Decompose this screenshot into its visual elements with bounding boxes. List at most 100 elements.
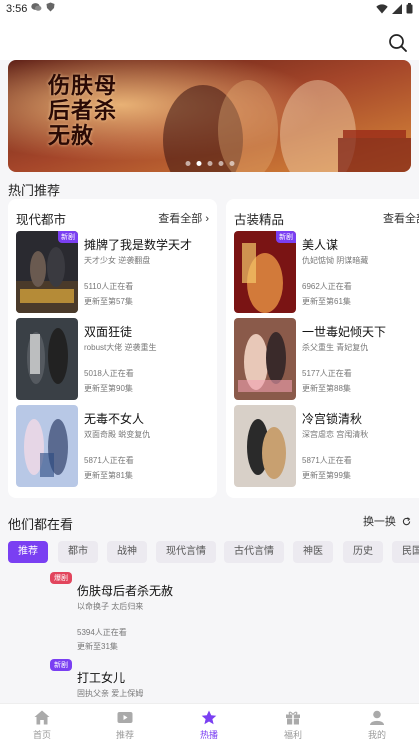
chip-recommend[interactable]: 推荐	[8, 541, 48, 563]
drama-title: 美人谋	[302, 238, 339, 252]
tab-label: 首页	[32, 730, 51, 740]
drama-tags: robust大佬 逆袭重生	[84, 343, 157, 352]
chip-history[interactable]: 历史	[343, 541, 383, 563]
chip-modern-romance[interactable]: 现代言情	[156, 541, 216, 563]
drama-item[interactable]: 新剧 摊牌了我是数学天才 天才少女 逆袭翻盘 5110人正在看 更新至第57集	[16, 231, 206, 313]
drama-item[interactable]: 冷宫锁清秋 深宫虐恋 宫闱清秋 5871人正在看 更新至第99集	[234, 405, 419, 487]
drama-tags: 以命换子 太后归来	[77, 602, 144, 611]
tab-label: 推荐	[115, 730, 134, 740]
watching-count: 5871人正在看	[84, 456, 134, 465]
drama-title: 冷宫锁清秋	[302, 412, 363, 426]
episode-status: 更新至第90集	[84, 384, 133, 393]
hot-section-title: 热门推荐	[8, 183, 61, 198]
pager-dot[interactable]	[207, 161, 212, 166]
episode-status: 更新至第99集	[302, 471, 351, 480]
status-time: 3:56	[6, 3, 28, 15]
view-all-label: 查看全部	[158, 213, 203, 225]
tab-welfare[interactable]: 福利	[263, 710, 323, 741]
shield-icon	[46, 2, 55, 12]
wechat-icon	[31, 3, 42, 11]
watching-section-title: 他们都在看	[8, 517, 74, 532]
status-bar: 3:56	[0, 0, 419, 20]
chevron-right-icon: ›	[205, 213, 209, 225]
tab-mine[interactable]: 我的	[347, 710, 407, 741]
card-header: 古装精品 查看全部	[234, 209, 419, 227]
card-modern: 现代都市 查看全部 › 新剧 摊牌了我是数学天才 天才少女 逆袭翻盘 5110人…	[8, 199, 217, 498]
drama-poster	[234, 318, 296, 400]
drama-title: 双面狂徒	[84, 325, 133, 339]
drama-tags: 仇妃惦恸 阴谋暗藏	[302, 256, 369, 265]
pager-dot[interactable]	[218, 161, 223, 166]
list-item[interactable]: 新剧 打工女儿 固执父亲 爱上保姆	[8, 659, 408, 699]
episode-status: 更新至第88集	[302, 384, 351, 393]
drama-item[interactable]: 双面狂徒 robust大佬 逆袭重生 5018人正在看 更新至第90集	[16, 318, 206, 400]
status-right-icons	[376, 3, 413, 14]
card-ancient: 古装精品 查看全部 新剧 美人谋 仇妃惦恸 阴谋暗藏 6962人正在看 更新至第…	[226, 199, 419, 498]
video-icon	[117, 712, 133, 723]
search-icon[interactable]	[387, 32, 409, 54]
drama-item[interactable]: 一世毒妃倾天下 杀父重生 青妃复仇 5177人正在看 更新至第88集	[234, 318, 419, 400]
chip-ancient-romance[interactable]: 古代言情	[224, 541, 284, 563]
watching-count: 5871人正在看	[302, 456, 352, 465]
user-icon	[370, 710, 384, 725]
drama-poster: 新剧	[16, 231, 78, 313]
watching-count: 6962人正在看	[302, 282, 352, 291]
episode-status: 更新至第57集	[84, 297, 133, 306]
drama-title: 一世毒妃倾天下	[302, 325, 387, 339]
drama-tags: 杀父重生 青妃复仇	[302, 343, 369, 352]
gift-icon	[286, 711, 300, 725]
hero-banner[interactable]: 伤肤母后者杀无赦	[8, 60, 411, 172]
view-all-link[interactable]: 查看全部	[383, 210, 419, 226]
home-icon	[34, 710, 50, 725]
chip-doctor[interactable]: 神医	[293, 541, 333, 563]
battery-icon	[406, 3, 413, 14]
chip-republic[interactable]: 民国	[392, 541, 419, 563]
tab-label: 我的	[367, 730, 386, 740]
wifi-icon	[376, 3, 388, 13]
signal-icon	[392, 3, 402, 14]
drama-poster	[16, 405, 78, 487]
drama-item[interactable]: 无毒不女人 双面奇殿 蜕变复仇 5871人正在看 更新至第81集	[16, 405, 206, 487]
view-all-link[interactable]: 查看全部 ›	[158, 210, 209, 226]
tab-label: 福利	[283, 730, 302, 740]
chip-war-god[interactable]: 战神	[107, 541, 147, 563]
drama-poster	[16, 318, 78, 400]
banner-title: 伤肤母后者杀无赦	[48, 73, 118, 149]
card-title: 古装精品	[234, 213, 285, 227]
pager-dot-active[interactable]	[196, 161, 201, 166]
pager-dot[interactable]	[185, 161, 190, 166]
card-header: 现代都市 查看全部 ›	[16, 209, 209, 227]
tab-home[interactable]: 首页	[12, 710, 72, 741]
watching-count: 5177人正在看	[302, 369, 352, 378]
drama-title: 无毒不女人	[84, 412, 145, 426]
category-chips: 推荐 都市 战神 现代言情 古代言情 神医 历史 民国	[8, 541, 419, 563]
drama-poster	[234, 405, 296, 487]
drama-title: 摊牌了我是数学天才	[84, 238, 193, 252]
episode-status: 更新至31集	[77, 642, 118, 651]
star-icon	[201, 710, 217, 725]
card-title: 现代都市	[16, 213, 67, 227]
drama-tags: 深宫虐恋 宫闱清秋	[302, 430, 369, 439]
drama-tags: 固执父亲 爱上保姆	[77, 689, 144, 698]
refresh-button[interactable]: 换一换	[363, 513, 411, 529]
episode-status: 更新至第81集	[84, 471, 133, 480]
tab-trending[interactable]: 热播	[179, 710, 239, 741]
drama-poster: 新剧	[234, 231, 296, 313]
drama-tags: 天才少女 逆袭翻盘	[84, 256, 151, 265]
drama-title: 打工女儿	[77, 671, 126, 685]
watching-count: 5394人正在看	[77, 628, 127, 637]
refresh-label: 换一换	[362, 516, 396, 528]
tab-recommend[interactable]: 推荐	[95, 710, 155, 741]
top-bar	[0, 20, 419, 60]
tab-label: 热播	[199, 730, 218, 740]
new-badge: 新剧	[276, 231, 296, 243]
drama-tags: 双面奇殿 蜕变复仇	[84, 430, 151, 439]
new-badge: 新剧	[50, 659, 72, 671]
pager-dot[interactable]	[229, 161, 234, 166]
watching-count: 5018人正在看	[84, 369, 134, 378]
drama-item[interactable]: 新剧 美人谋 仇妃惦恸 阴谋暗藏 6962人正在看 更新至第61集	[234, 231, 419, 313]
chip-urban[interactable]: 都市	[58, 541, 98, 563]
bottom-tab-bar: 首页 推荐 热播 福利 我的	[0, 703, 419, 745]
episode-status: 更新至第61集	[302, 297, 351, 306]
drama-title: 伤肤母后者杀无赦	[77, 584, 174, 598]
